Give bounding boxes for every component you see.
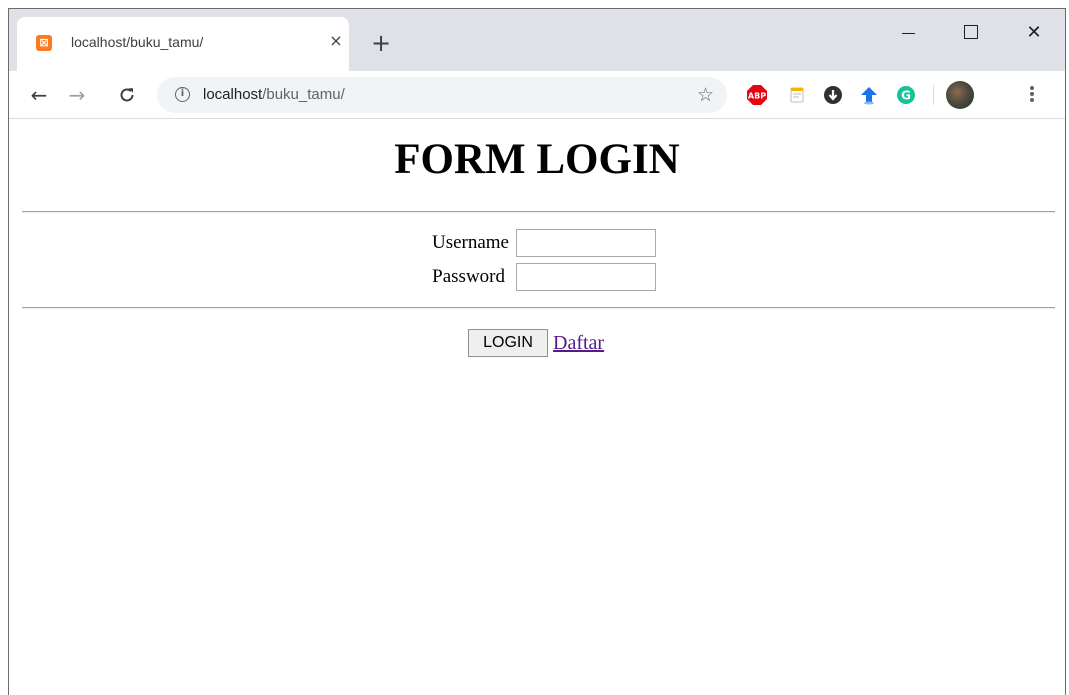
adblock-plus-icon[interactable]: ABP <box>746 84 768 106</box>
arrow-extension-icon[interactable] <box>858 84 880 106</box>
username-row: Username <box>9 229 1065 257</box>
minimize-button[interactable] <box>885 17 931 49</box>
back-button[interactable]: ← <box>27 83 51 107</box>
new-tab-button[interactable]: + <box>369 31 393 55</box>
adblock-label: ABP <box>748 92 766 101</box>
browser-tab[interactable]: ⊠ localhost/buku_tamu/ × <box>17 17 349 71</box>
shield-extension-icon[interactable] <box>822 84 844 106</box>
reload-button[interactable] <box>115 83 139 107</box>
page-content: FORM LOGIN Username Password LOGIN Dafta… <box>9 119 1065 695</box>
maximize-icon <box>964 25 978 39</box>
browser-toolbar: ← → i localhost/buku_tamu/ ☆ ABP G <box>9 71 1065 119</box>
xampp-icon: ⊠ <box>36 35 52 51</box>
browser-window: ⊠ localhost/buku_tamu/ × + ✕ ← → i local… <box>8 8 1066 695</box>
maximize-button[interactable] <box>948 17 994 49</box>
bookmark-star-icon[interactable]: ☆ <box>697 84 714 106</box>
login-button[interactable]: LOGIN <box>468 329 548 357</box>
password-row: Password <box>9 263 1065 291</box>
password-label: Password <box>432 266 505 287</box>
username-label: Username <box>431 232 509 253</box>
address-bar[interactable]: i localhost/buku_tamu/ ☆ <box>157 77 727 113</box>
grammarly-label: G <box>901 89 911 103</box>
forward-button[interactable]: → <box>65 83 89 107</box>
profile-avatar[interactable] <box>946 81 974 109</box>
browser-menu-icon[interactable] <box>1029 84 1035 106</box>
tab-title: localhost/buku_tamu/ <box>71 34 204 50</box>
close-tab-icon[interactable]: × <box>327 32 345 50</box>
reload-icon <box>120 88 134 102</box>
url-text[interactable]: localhost/buku_tamu/ <box>203 86 345 103</box>
toolbar-separator <box>933 85 934 105</box>
close-window-button[interactable]: ✕ <box>1011 17 1057 49</box>
tab-strip: ⊠ localhost/buku_tamu/ × + ✕ <box>9 9 1065 71</box>
minimize-icon <box>901 33 915 34</box>
info-icon[interactable]: i <box>175 87 190 102</box>
url-host: localhost <box>203 86 263 103</box>
url-path: /buku_tamu/ <box>262 86 345 103</box>
password-input[interactable] <box>516 263 656 291</box>
register-link[interactable]: Daftar <box>553 330 604 356</box>
bottom-divider <box>22 307 1055 309</box>
top-divider <box>22 211 1055 213</box>
grammarly-icon[interactable]: G <box>895 84 917 106</box>
notes-extension-icon[interactable] <box>786 84 808 106</box>
username-input[interactable] <box>516 229 656 257</box>
page-title: FORM LOGIN <box>394 136 680 183</box>
